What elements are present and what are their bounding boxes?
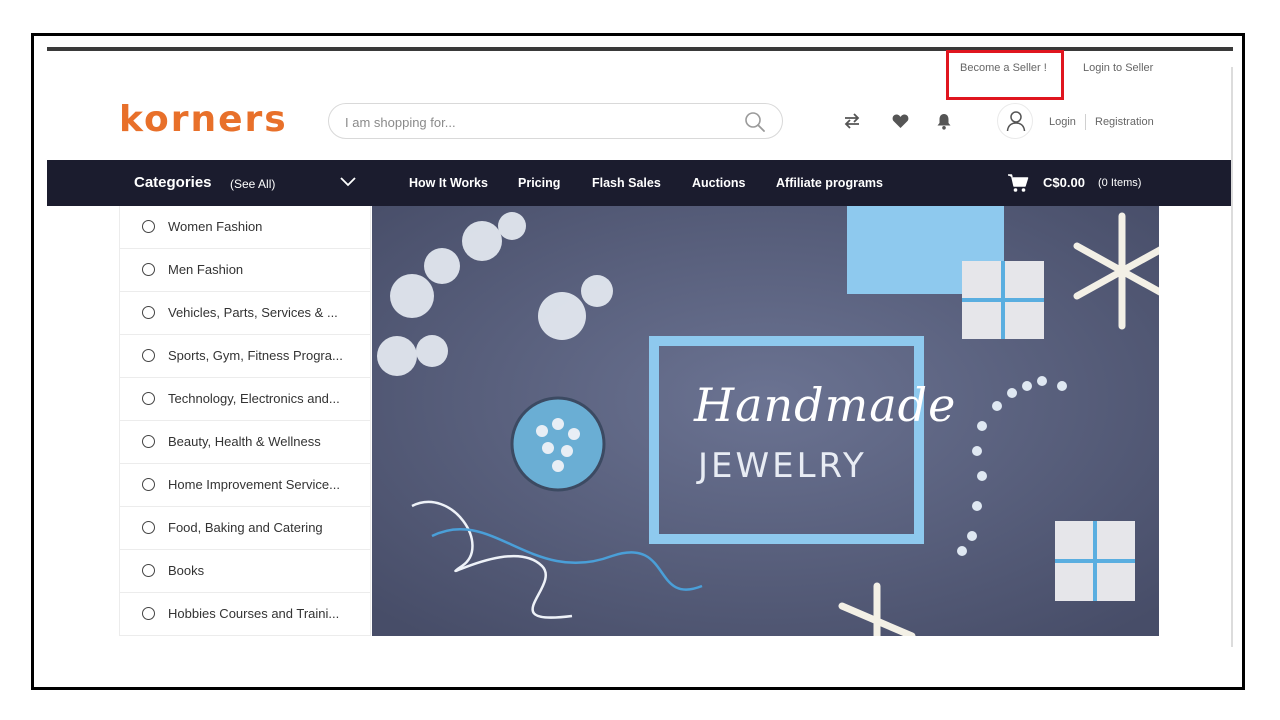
chevron-down-icon[interactable] [340, 175, 356, 193]
user-icon [1006, 111, 1026, 132]
category-label: Technology, Electronics and... [168, 391, 340, 406]
category-item-technology[interactable]: Technology, Electronics and... [120, 378, 370, 421]
nav-how-it-works[interactable]: How It Works [409, 176, 488, 190]
circle-icon [142, 349, 155, 362]
category-label: Men Fashion [168, 262, 244, 277]
highlight-annotation [946, 50, 1064, 100]
search-icon[interactable] [744, 111, 766, 138]
cart-icon[interactable] [1007, 173, 1029, 198]
auth-divider [1085, 114, 1086, 130]
cart-item-count[interactable]: (0 Items) [1098, 177, 1141, 189]
category-label: Home Improvement Service... [168, 477, 340, 492]
nav-flash-sales[interactable]: Flash Sales [592, 176, 661, 190]
circle-icon [142, 263, 155, 276]
categories-title[interactable]: Categories [134, 174, 212, 191]
cart-total[interactable]: C$0.00 [1043, 175, 1085, 190]
hero-banner[interactable]: Handmade JEWELRY [372, 206, 1159, 636]
compare-icon[interactable] [843, 113, 861, 134]
circle-icon [142, 392, 155, 405]
nav-affiliate-programs[interactable]: Affiliate programs [776, 176, 883, 190]
login-link[interactable]: Login [1049, 116, 1076, 128]
category-label: Books [168, 563, 205, 578]
circle-icon [142, 607, 155, 620]
nav-pricing[interactable]: Pricing [518, 176, 560, 190]
user-avatar[interactable] [997, 103, 1033, 139]
category-label: Women Fashion [168, 219, 263, 234]
category-item-beauty[interactable]: Beauty, Health & Wellness [120, 421, 370, 464]
category-label: Sports, Gym, Fitness Progra... [168, 348, 343, 363]
heart-icon[interactable] [892, 113, 909, 134]
bell-icon[interactable] [936, 113, 952, 135]
category-item-vehicles[interactable]: Vehicles, Parts, Services & ... [120, 292, 370, 335]
banner-title-line2: JEWELRY [698, 446, 867, 486]
circle-icon [142, 435, 155, 448]
search-input[interactable] [343, 104, 727, 140]
category-label: Beauty, Health & Wellness [168, 434, 321, 449]
category-item-home-improvement[interactable]: Home Improvement Service... [120, 464, 370, 507]
logo[interactable]: korners [119, 97, 288, 143]
circle-icon [142, 478, 155, 491]
nav-auctions[interactable]: Auctions [692, 176, 745, 190]
category-item-men-fashion[interactable]: Men Fashion [120, 249, 370, 292]
category-label: Hobbies Courses and Traini... [168, 606, 340, 621]
search-bar [328, 103, 783, 140]
category-item-books[interactable]: Books [120, 550, 370, 593]
registration-link[interactable]: Registration [1095, 116, 1154, 128]
see-all-link[interactable]: (See All) [230, 177, 275, 191]
page-edge [1231, 67, 1233, 647]
category-label: Food, Baking and Catering [168, 520, 323, 535]
login-to-seller-link[interactable]: Login to Seller [1083, 62, 1153, 74]
category-item-hobbies[interactable]: Hobbies Courses and Traini... [120, 593, 370, 636]
page: Become a Seller ! Login to Seller korner… [47, 47, 1233, 647]
category-label: Vehicles, Parts, Services & ... [168, 305, 338, 320]
category-item-sports[interactable]: Sports, Gym, Fitness Progra... [120, 335, 370, 378]
category-sidebar: Women Fashion Men Fashion Vehicles, Part… [119, 206, 371, 636]
circle-icon [142, 220, 155, 233]
main-navbar: Categories (See All) How It Works Pricin… [47, 160, 1231, 206]
category-item-food[interactable]: Food, Baking and Catering [120, 507, 370, 550]
category-item-women-fashion[interactable]: Women Fashion [120, 206, 370, 249]
circle-icon [142, 564, 155, 577]
circle-icon [142, 306, 155, 319]
circle-icon [142, 521, 155, 534]
banner-title-line1: Handmade [694, 378, 957, 432]
